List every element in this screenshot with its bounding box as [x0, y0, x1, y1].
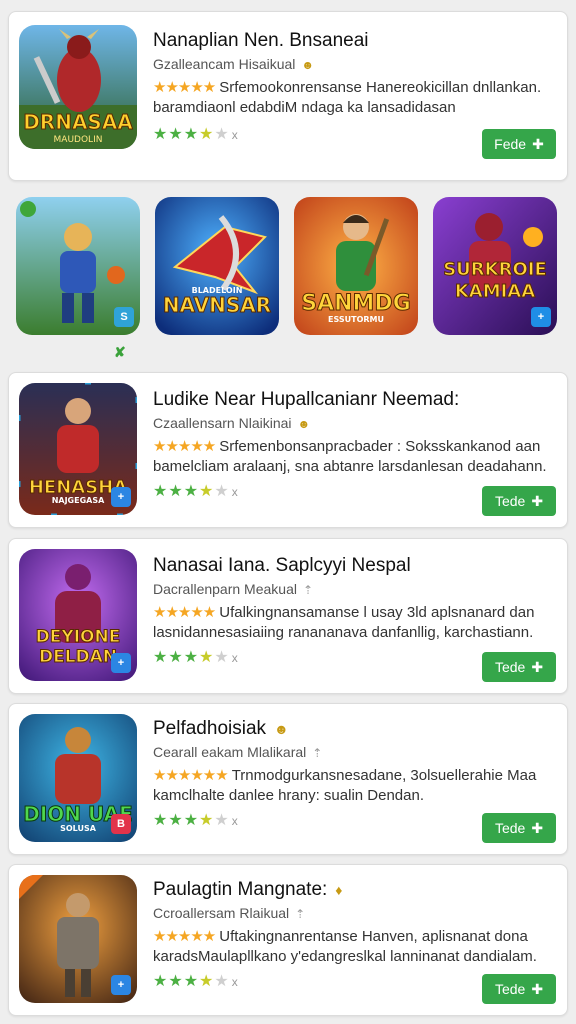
- app-title[interactable]: Ludike Near Hupallcanianr Neemad:: [153, 389, 553, 411]
- install-button[interactable]: Fede ✚: [482, 129, 556, 159]
- plus-icon: ✚: [531, 819, 544, 836]
- money-bag-icon: ♦: [335, 882, 343, 898]
- featured-game-tile[interactable]: SURKROIE KAMIAA +: [433, 197, 557, 335]
- app-icon-image[interactable]: +: [19, 875, 137, 1003]
- smile-icon: ☻: [301, 58, 315, 72]
- install-button[interactable]: Tede ✚: [482, 652, 556, 682]
- user-rating: ★★★★★ x: [153, 649, 239, 666]
- app-description: ★★★★★ Uftakingnanrentanse Hanven, aplisna…: [153, 928, 537, 965]
- featured-subtitle-art: ESSUTORMU: [328, 315, 384, 324]
- star-rating-icon: ★★★★★: [153, 438, 216, 455]
- install-button[interactable]: Tede ✚: [482, 813, 556, 843]
- app-card[interactable]: DEYIONE DELDAN + Nanasai Iana. Saplcyyi …: [8, 538, 568, 694]
- platform-badge: +: [111, 653, 131, 673]
- featured-game-tile[interactable]: NAVNSAR BLADELOIN: [155, 197, 279, 335]
- app-description: ★★★★★ Ufalkingnansamanse l usay 3ld aplsn…: [153, 604, 535, 641]
- app-card[interactable]: + Paulagtin Mangnate: ♦ Ccroallersam Rlai…: [8, 864, 568, 1016]
- pin-icon: ⇡: [295, 907, 306, 921]
- app-description: ★★★★★★ Trnmodgurkansnesadane, 3olsuellera…: [153, 767, 537, 804]
- developer-name[interactable]: Dacrallenparn Meakual ⇡: [153, 581, 313, 597]
- app-card[interactable]: DION UAE SOLUSA B Pelfadhoisiak ☻ Cearall…: [8, 703, 568, 855]
- star-rating-icon: ★★★★★: [153, 79, 216, 96]
- star-rating-icon: ★★★★★★: [153, 767, 229, 784]
- featured-title-art: NAVNSAR: [162, 293, 272, 318]
- smile-icon: ☻: [297, 417, 311, 431]
- plus-icon: ✚: [531, 980, 544, 997]
- star-rating-icon: ★★★★★: [153, 604, 216, 621]
- developer-name[interactable]: Ccroallersam Rlaikual ⇡: [153, 905, 305, 921]
- app-description: ★★★★★ Srfemookonrensanse Hanereokicillan …: [153, 79, 542, 116]
- app-description: ★★★★★ Srfemenbonsanpracbader : Soksskanka…: [153, 438, 547, 475]
- user-rating: ★★★★★ x: [153, 483, 239, 500]
- platform-badge: B: [111, 814, 131, 834]
- svg-text:MAUDOLIN: MAUDOLIN: [54, 135, 103, 145]
- app-icon-image[interactable]: HENASHA NAJGEGASA +: [19, 383, 137, 515]
- install-button[interactable]: Tede ✚: [482, 974, 556, 1004]
- platform-badge: +: [111, 487, 131, 507]
- featured-badge: S: [114, 307, 134, 327]
- user-rating: ★★★★★ x: [153, 973, 239, 990]
- app-title[interactable]: Nanaplian Nen. Bnsaneai: [153, 30, 553, 52]
- star-rating-icon: ★★★★★: [153, 928, 216, 945]
- featured-game-tile[interactable]: SANMDG ESSUTORMU: [294, 197, 418, 335]
- app-title[interactable]: Paulagtin Mangnate: ♦: [153, 879, 553, 901]
- pin-icon: ⇡: [312, 746, 323, 760]
- pin-icon: ⇡: [302, 583, 314, 597]
- app-icon-image[interactable]: DION UAE SOLUSA B: [19, 714, 137, 842]
- plus-icon: ✚: [531, 492, 544, 509]
- app-card[interactable]: DRNASAA MAUDOLIN Nanaplian Nen. Bnsaneai…: [8, 11, 568, 181]
- app-icon-image[interactable]: DEYIONE DELDAN +: [19, 549, 137, 681]
- featured-title-art: SANMDG: [301, 291, 412, 317]
- user-rating: ★★★★★ x: [153, 812, 239, 829]
- featured-title-art: SURKROIE KAMIAA: [443, 259, 548, 303]
- developer-name[interactable]: Czaallensarn Nlaikinai ☻: [153, 415, 310, 431]
- app-icon-image[interactable]: DRNASAA MAUDOLIN: [19, 25, 137, 149]
- app-card[interactable]: HENASHA NAJGEGASA + Ludike Near Hupallca…: [8, 372, 568, 528]
- svg-text:DRNASAA: DRNASAA: [23, 110, 133, 134]
- developer-name[interactable]: Gzalleancam Hisaikual ☻: [153, 56, 314, 72]
- plus-icon: ✚: [531, 658, 544, 675]
- plus-icon: ✚: [532, 135, 544, 152]
- platform-badge: +: [111, 975, 131, 995]
- app-title[interactable]: Pelfadhoisiak ☻: [153, 718, 553, 740]
- user-rating: ★★★★★ x: [153, 126, 239, 143]
- smile-icon: ☻: [274, 721, 289, 737]
- featured-subtitle-art: BLADELOIN: [191, 286, 243, 295]
- developer-name[interactable]: Cearall eakam Mlalikaral ⇡: [153, 744, 322, 760]
- install-button[interactable]: Tede ✚: [482, 486, 556, 516]
- featured-badge: +: [531, 307, 551, 327]
- verified-icon: ✘: [114, 344, 126, 360]
- featured-game-tile[interactable]: S: [16, 197, 140, 335]
- app-title[interactable]: Nanasai Iana. Saplcyyi Nespal: [153, 555, 553, 577]
